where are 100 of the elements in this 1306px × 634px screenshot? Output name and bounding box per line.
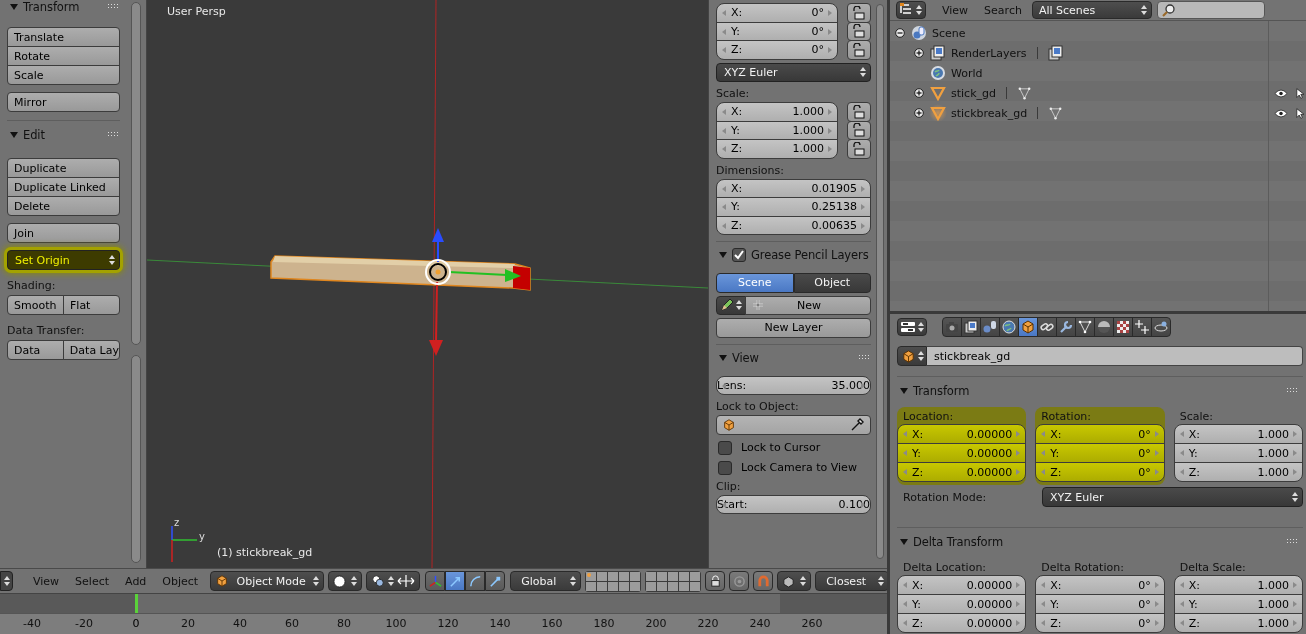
number-field[interactable]: X: 0.00000: [897, 424, 1027, 444]
object-name-field[interactable]: stickbreak_gd: [927, 346, 1303, 366]
object-field[interactable]: [716, 415, 871, 435]
number-field[interactable]: Z: 0.00000: [897, 613, 1027, 633]
tree-item-label[interactable]: stickbreak_gd: [951, 106, 1028, 120]
expand-toggle[interactable]: [913, 88, 925, 98]
scrollbar[interactable]: [876, 4, 884, 559]
panel-title[interactable]: Delta Transform: [913, 535, 1004, 549]
expand-toggle[interactable]: [913, 48, 925, 58]
manipulator-toggle[interactable]: [425, 571, 446, 591]
eyedropper-icon[interactable]: [850, 417, 864, 432]
scrollbar[interactable]: [131, 355, 141, 563]
number-field[interactable]: Z: 0.00635: [716, 215, 871, 235]
pointer-icon[interactable]: [1296, 107, 1304, 120]
tool-button[interactable]: Duplicate: [7, 158, 120, 178]
grip-icon[interactable]: [108, 4, 120, 10]
number-field[interactable]: Y: 0°: [1035, 443, 1165, 463]
tool-button[interactable]: Translate: [7, 27, 120, 47]
number-field[interactable]: Y: 1.000: [1173, 443, 1303, 463]
properties-tab[interactable]: [1037, 317, 1057, 337]
menu-item[interactable]: Add: [117, 574, 155, 588]
dropdown[interactable]: XYZ Euler: [716, 62, 871, 82]
new-button[interactable]: New: [745, 295, 871, 315]
number-field[interactable]: Y: 1.000: [1173, 594, 1303, 614]
number-field[interactable]: X: 0°: [1035, 424, 1165, 444]
number-field[interactable]: Z: 1.000: [716, 139, 838, 159]
stacked-pages-icon[interactable]: [1047, 45, 1064, 61]
number-field[interactable]: X: 0.00000: [897, 575, 1027, 595]
dropdown[interactable]: XYZ Euler: [1042, 487, 1303, 507]
tool-button[interactable]: Join: [7, 223, 120, 243]
panel-title[interactable]: Transform: [913, 384, 970, 398]
shading-dropdown[interactable]: [328, 571, 363, 591]
tab[interactable]: Object: [793, 273, 871, 293]
properties-tab[interactable]: [1056, 317, 1076, 337]
disclosure-triangle-icon[interactable]: [10, 3, 18, 11]
panel-title[interactable]: Transform: [23, 0, 80, 14]
3d-viewport[interactable]: User Persp z y (1) stickbreak_gd: [147, 0, 708, 568]
properties-tab[interactable]: [980, 317, 1000, 337]
panel-title[interactable]: Edit: [23, 128, 45, 142]
disclosure-triangle-icon[interactable]: [10, 131, 18, 139]
menu-item[interactable]: View: [934, 3, 977, 17]
tool-button[interactable]: Delete: [7, 196, 120, 216]
mode-dropdown[interactable]: Object Mode: [210, 571, 325, 591]
timeline-track[interactable]: [0, 593, 887, 613]
lock-button[interactable]: [847, 40, 871, 60]
disclosure-triangle-icon[interactable]: [719, 353, 727, 362]
number-field[interactable]: Y: 0°: [716, 21, 838, 41]
menu-item[interactable]: Select: [67, 574, 118, 588]
properties-tab[interactable]: [1094, 317, 1114, 337]
lock-button[interactable]: [847, 102, 871, 122]
pencil-dropdown[interactable]: [716, 295, 746, 315]
frame-ruler[interactable]: -40 -20 0 20 40 60 80 100 120 140 160 180 200 220 240 260: [0, 613, 887, 634]
disclosure-triangle-icon[interactable]: [900, 538, 908, 546]
tool-button[interactable]: Data Lay: [62, 340, 120, 360]
grip-icon[interactable]: [1287, 539, 1299, 545]
disclosure-triangle-icon[interactable]: [719, 251, 727, 259]
proportional-edit-button[interactable]: [729, 571, 750, 591]
lock-button[interactable]: [847, 120, 871, 140]
number-field[interactable]: Z: 1.000: [1173, 613, 1303, 633]
manipulator-button[interactable]: [485, 571, 506, 591]
properties-tab[interactable]: [1113, 317, 1133, 337]
grip-icon[interactable]: [1287, 388, 1299, 394]
number-field[interactable]: Y: 0.00000: [897, 443, 1027, 463]
grip-icon[interactable]: [108, 132, 120, 138]
tool-button[interactable]: Rotate: [7, 46, 120, 66]
dropdown[interactable]: Set Origin: [7, 250, 120, 270]
editor-type-button[interactable]: [0, 571, 13, 591]
tree-item-label[interactable]: World: [951, 66, 983, 80]
display-mode-dropdown[interactable]: All Scenes: [1031, 1, 1152, 19]
scrollbar[interactable]: [131, 2, 141, 345]
number-field[interactable]: Z: 1.000: [1173, 462, 1303, 482]
number-field[interactable]: Z: 0°: [716, 40, 838, 60]
manipulator-button[interactable]: [445, 571, 466, 591]
orientation-dropdown[interactable]: Global: [510, 571, 582, 591]
number-field[interactable]: X: 1.000: [716, 102, 838, 122]
properties-tab[interactable]: [961, 317, 981, 337]
object-type-dropdown[interactable]: [897, 346, 927, 366]
properties-tab[interactable]: [942, 317, 962, 337]
menu-item[interactable]: Object: [154, 574, 207, 588]
properties-tab[interactable]: [1132, 317, 1152, 337]
search-field[interactable]: [1156, 1, 1265, 19]
triangle-mesh-icon[interactable]: [1017, 85, 1032, 101]
checkbox[interactable]: [718, 460, 732, 475]
grip-icon[interactable]: [859, 354, 871, 361]
checkbox[interactable]: [732, 248, 746, 262]
eye-icon[interactable]: [1274, 109, 1288, 118]
properties-tab[interactable]: [1018, 317, 1038, 337]
eye-icon[interactable]: [1274, 89, 1288, 98]
expand-toggle[interactable]: [894, 28, 906, 38]
tree-item-label[interactable]: stick_gd: [951, 86, 996, 100]
properties-tab[interactable]: [1075, 317, 1095, 337]
pivot-dropdown[interactable]: [366, 571, 421, 591]
number-field[interactable]: X: 1.000: [1173, 575, 1303, 595]
pointer-icon[interactable]: [1296, 87, 1304, 100]
properties-tab[interactable]: [999, 317, 1019, 337]
lock-layers-button[interactable]: [705, 571, 726, 591]
lock-button[interactable]: [847, 21, 871, 41]
number-field[interactable]: X: 0.01905: [716, 178, 871, 198]
checkbox[interactable]: [718, 440, 732, 455]
tool-button[interactable]: Mirror: [7, 92, 120, 112]
